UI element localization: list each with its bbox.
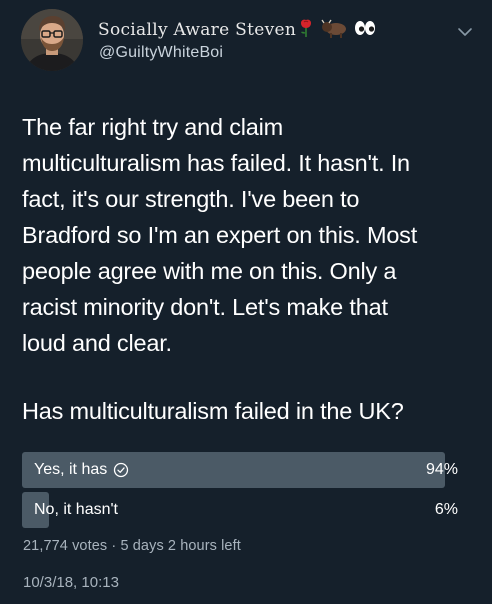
rose-icon [301,19,311,37]
tweet-text-line: racist minority don't. Let's make that [22,294,388,320]
tweet-text: The far right try and claim multicultura… [22,109,472,361]
poll-option-label: Yes, it has [34,461,108,478]
check-circle-icon [114,462,129,478]
tweet-text-line: The far right try and claim [22,114,284,140]
eyes-icon [355,21,375,35]
tweet-card: Socially Aware Steven @GuiltyWhiteBoi Th… [0,0,492,604]
poll-meta: 21,774 votes · 5 days 2 hours left [23,538,241,554]
display-name[interactable]: Socially Aware Steven [98,20,296,40]
poll-option-label: No, it hasn't [34,501,118,518]
poll-option-yes[interactable]: Yes, it has 94% [22,452,472,488]
tweet-text-line: fact, it's our strength. I've been to [22,186,360,212]
poll-separator: · [111,538,117,554]
poll-votes: 21,774 votes [23,538,108,554]
avatar-image [21,9,83,71]
tweet-text-line: multiculturalism has failed. It hasn't. … [22,150,410,176]
tweet-text-line: Bradford so I'm an expert on this. Most [22,222,418,248]
poll-option-no[interactable]: No, it hasn't 6% [22,492,472,528]
bison-icon [321,19,346,38]
name-emojis [298,18,376,38]
avatar[interactable] [21,9,83,71]
user-handle[interactable]: @GuiltyWhiteBoi [99,44,223,62]
poll-option-percent: 94% [425,461,458,478]
tweet-text-line: people agree with me on this. Only a [22,258,397,284]
tweet-timestamp[interactable]: 10/3/18, 10:13 [23,574,119,591]
tweet-text-line: loud and clear. [22,330,172,356]
poll-question: Has multiculturalism failed in the UK? [22,398,404,424]
chevron-down-icon[interactable] [455,22,475,42]
poll-option-percent: 6% [434,501,458,518]
poll-time-left: 5 days 2 hours left [120,538,241,554]
